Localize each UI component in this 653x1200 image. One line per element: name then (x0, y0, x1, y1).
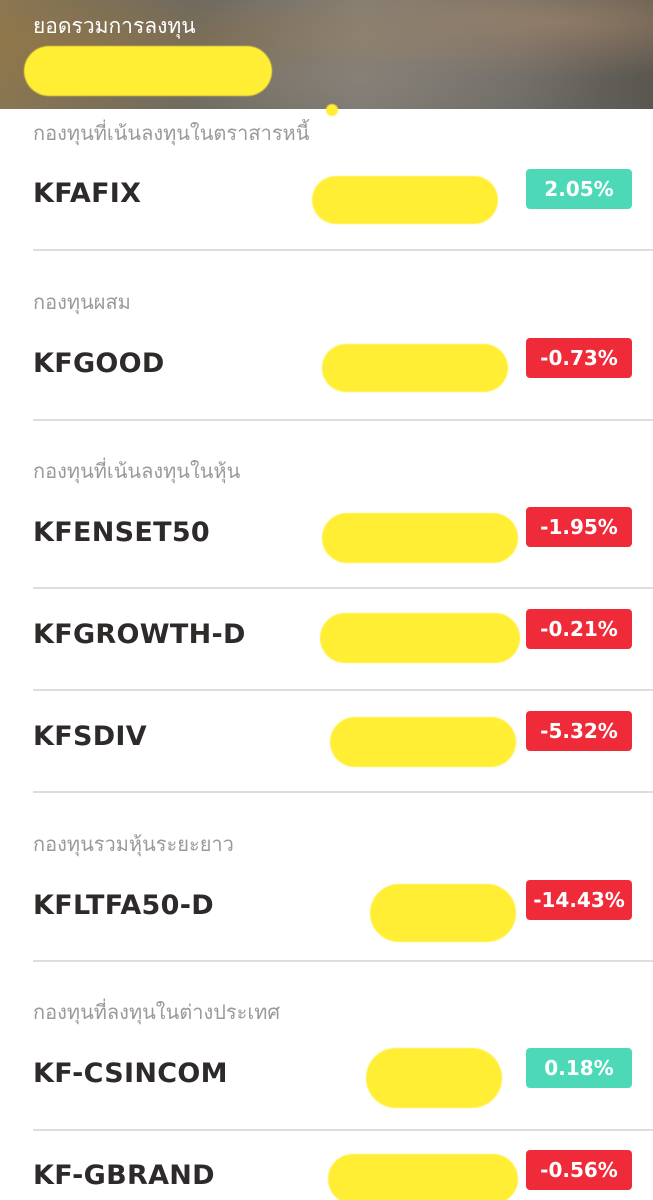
change-badge: -0.73% (526, 338, 632, 378)
divider (33, 1129, 653, 1131)
investment-summary-header: ยอดรวมการลงทุน (0, 0, 653, 109)
header-title: ยอดรวมการลงทุน (33, 14, 196, 38)
fund-name: KFGOOD (33, 348, 165, 379)
category-label-equity: กองทุนที่เน้นลงทุนในหุ้น (33, 459, 241, 483)
change-badge: 0.18% (526, 1048, 632, 1088)
redacted-fund-value (366, 1048, 502, 1108)
fund-name: KF-CSINCOM (33, 1058, 228, 1089)
change-badge: -14.43% (526, 880, 632, 920)
fund-name: KFAFIX (33, 178, 142, 209)
category-label-ltf: กองทุนรวมหุ้นระยะยาว (33, 832, 234, 856)
redacted-fund-value (328, 1154, 518, 1200)
change-badge: -1.95% (526, 507, 632, 547)
divider (33, 689, 653, 691)
fund-name: KFGROWTH-D (33, 619, 246, 650)
divider (33, 960, 653, 962)
fund-name: KF-GBRAND (33, 1160, 215, 1191)
divider (33, 587, 653, 589)
divider (33, 419, 653, 421)
change-badge: 2.05% (526, 169, 632, 209)
redacted-fund-value (320, 613, 520, 663)
redacted-fund-value (312, 176, 498, 224)
fund-name: KFLTFA50-D (33, 890, 214, 921)
category-label-foreign: กองทุนที่ลงทุนในต่างประเทศ (33, 1000, 281, 1024)
divider (33, 791, 653, 793)
change-badge: -0.56% (526, 1150, 632, 1190)
change-badge: -5.32% (526, 711, 632, 751)
category-label-fixed-income: กองทุนที่เน้นลงทุนในตราสารหนี้ (33, 121, 310, 145)
redacted-fund-value (322, 344, 508, 392)
fund-name: KFSDIV (33, 721, 147, 752)
redaction-mark (326, 104, 338, 116)
redacted-total-value (24, 46, 272, 96)
portfolio-screen: ยอดรวมการลงทุน กองทุนที่เน้นลงทุนในตราสา… (0, 0, 653, 1200)
change-badge: -0.21% (526, 609, 632, 649)
fund-name: KFENSET50 (33, 517, 210, 548)
divider (33, 249, 653, 251)
redacted-fund-value (370, 884, 516, 942)
redacted-fund-value (330, 717, 516, 767)
category-label-mixed: กองทุนผสม (33, 290, 131, 314)
redacted-fund-value (322, 513, 518, 563)
